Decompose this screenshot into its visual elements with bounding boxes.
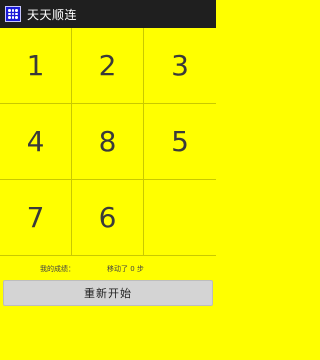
puzzle-board: 1 2 3 4 8 5 7 6 xyxy=(0,28,216,256)
tile[interactable]: 2 xyxy=(72,28,144,104)
app-title: 天天顺连 xyxy=(27,7,78,22)
grid-dots-icon xyxy=(5,6,21,22)
tile[interactable]: 4 xyxy=(0,104,72,180)
tile[interactable]: 6 xyxy=(72,180,144,256)
score-label: 我的成绩： xyxy=(40,265,75,273)
tile[interactable]: 7 xyxy=(0,180,72,256)
tile[interactable]: 3 xyxy=(144,28,216,104)
moves-counter: 移动了 0 步 xyxy=(107,265,144,273)
tile[interactable]: 5 xyxy=(144,104,216,180)
restart-button[interactable]: 重新开始 xyxy=(3,280,213,306)
tile[interactable]: 1 xyxy=(0,28,72,104)
tile[interactable]: 8 xyxy=(72,104,144,180)
empty-tile[interactable] xyxy=(144,180,216,256)
status-bar: 我的成绩： 移动了 0 步 xyxy=(0,256,216,278)
app-screen: 天天顺连 1 2 3 4 8 5 7 6 我的成绩： 移动了 0 步 重新开始 xyxy=(0,0,216,360)
title-bar: 天天顺连 xyxy=(0,0,216,28)
